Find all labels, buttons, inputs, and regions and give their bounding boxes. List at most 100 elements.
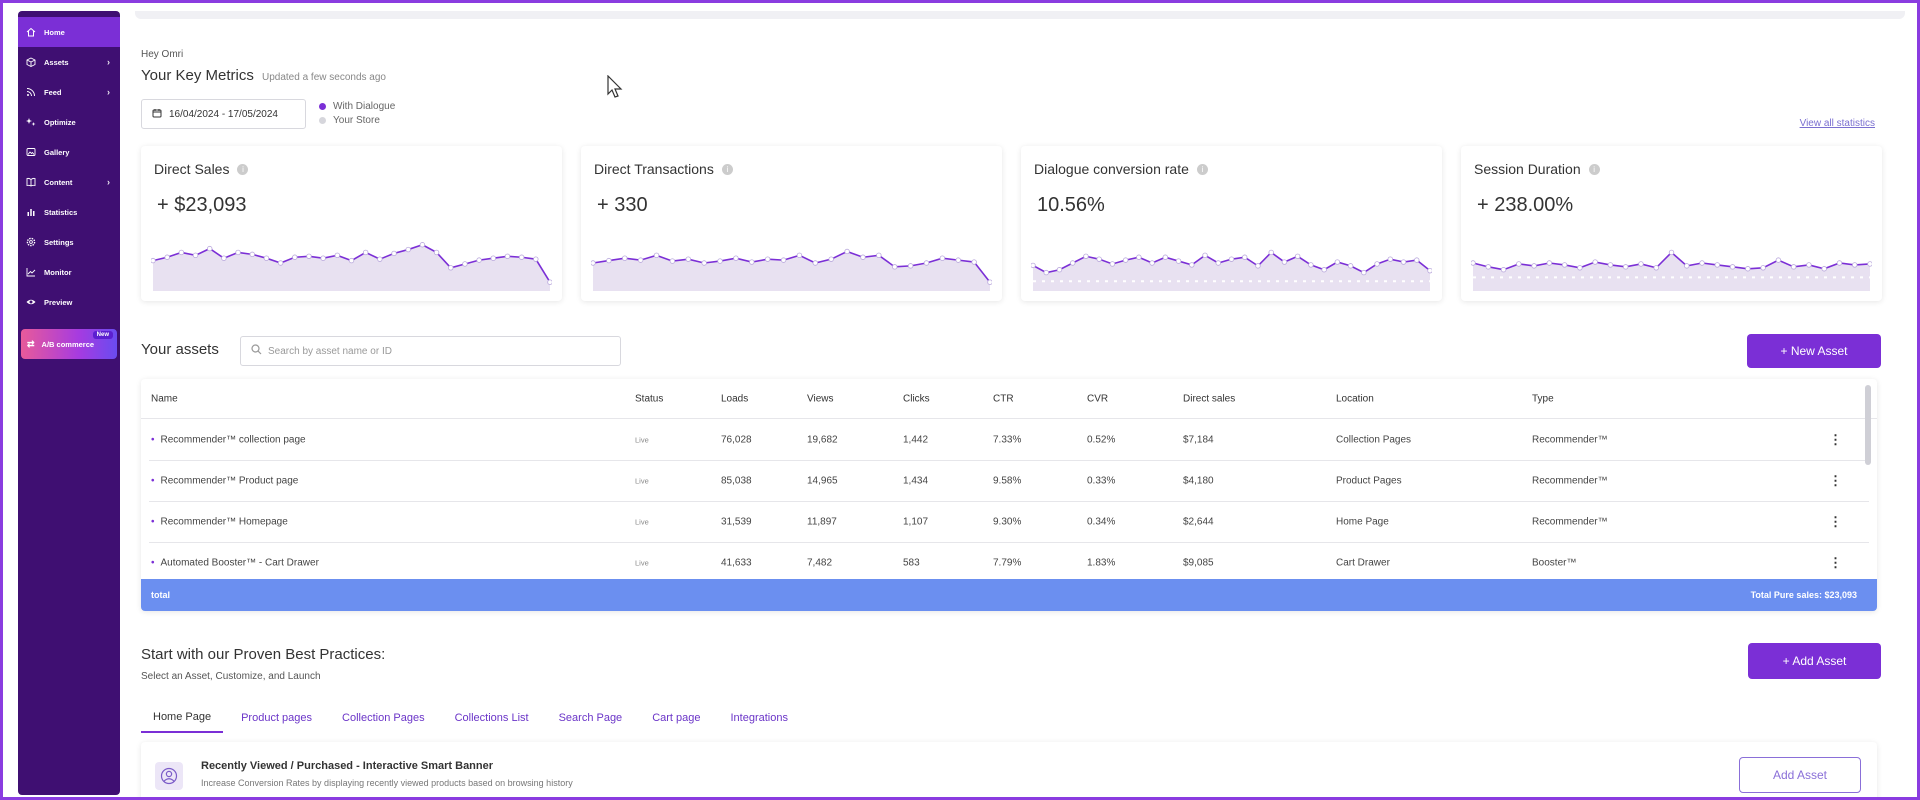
info-icon[interactable]: i — [721, 163, 733, 175]
sidebar-item-settings[interactable]: Settings — [18, 227, 120, 257]
tab-collection-pages[interactable]: Collection Pages — [330, 703, 437, 733]
sparkline-point — [1471, 260, 1476, 266]
sidebar-item-label: Optimize — [44, 117, 76, 127]
search-input[interactable]: Search by asset name or ID — [240, 336, 621, 366]
sidebar-item-home[interactable]: Home — [18, 17, 120, 47]
sparkline-point — [1500, 267, 1507, 273]
table-row[interactable]: • Recommender™ collection page Live 76,028 1… — [149, 420, 1869, 461]
tab-cart-page[interactable]: Cart page — [640, 703, 712, 733]
cell-location: Cart Drawer — [1336, 557, 1390, 569]
cell-location: Collection Pages — [1336, 434, 1412, 446]
cube-icon — [26, 57, 36, 67]
info-icon[interactable]: i — [237, 163, 249, 175]
trend-icon — [26, 267, 36, 277]
sparkline-point — [1546, 260, 1553, 266]
asset-name: Recommender™ Homepage — [160, 516, 288, 528]
sidebar-item-gallery[interactable]: Gallery — [18, 137, 120, 167]
bullet-icon: • — [151, 557, 155, 569]
sparkline-point — [1852, 262, 1858, 268]
table-row[interactable]: • Automated Booster™ - Cart Drawer Live 41,… — [149, 543, 1869, 584]
tab-home-page[interactable]: Home Page — [141, 703, 224, 733]
table-scrollbar[interactable] — [1865, 385, 1871, 465]
sidebar-item-monitor[interactable]: Monitor — [18, 257, 120, 287]
sidebar-item-feed[interactable]: Feed › — [18, 77, 120, 107]
metric-card-direct-transactions[interactable]: Direct Transactions i + 330 — [581, 146, 1002, 301]
metric-card-dialogue-conversion-rate[interactable]: Dialogue conversion rate i 10.56% — [1021, 146, 1442, 301]
legend-item-store[interactable]: Your Store — [319, 113, 395, 127]
metric-title: Session Duration i — [1474, 161, 1600, 177]
sidebar-item-content[interactable]: Content › — [18, 167, 120, 197]
legend-dot-icon — [319, 116, 326, 124]
more-options-icon[interactable]: ⋮ — [1829, 432, 1842, 448]
tab-integrations[interactable]: Integrations — [719, 703, 800, 733]
info-icon[interactable]: i — [1196, 163, 1208, 175]
sparkline-point — [939, 255, 946, 261]
cell-name[interactable]: • Automated Booster™ - Cart Drawer — [151, 558, 319, 569]
tab-collections-list[interactable]: Collections List — [443, 703, 541, 733]
metrics-title: Your Key Metrics — [141, 67, 254, 84]
cell-name[interactable]: • Recommender™ Homepage — [151, 517, 288, 528]
more-options-icon[interactable]: ⋮ — [1829, 555, 1842, 571]
info-icon[interactable]: i — [1588, 163, 1600, 175]
main-content: Hey Omri Your Key Metrics Updated a few … — [135, 3, 1905, 797]
sparkline-point — [844, 248, 850, 255]
chevron-right-icon: › — [107, 57, 110, 67]
sparkline-point — [1592, 259, 1598, 265]
sparkline-point — [1387, 256, 1393, 262]
sparkline-area — [1473, 252, 1870, 291]
search-placeholder: Search by asset name or ID — [268, 345, 392, 357]
book-icon — [26, 177, 36, 187]
cell-sales: $2,644 — [1183, 516, 1214, 528]
tab-search-page[interactable]: Search Page — [547, 703, 635, 733]
date-range-picker[interactable]: 16/04/2024 - 17/05/2024 — [141, 99, 306, 129]
sparkline-point — [1189, 262, 1195, 268]
column-header-type[interactable]: Type — [1532, 393, 1554, 404]
column-header-direct-sales[interactable]: Direct sales — [1183, 393, 1235, 404]
metric-card-session-duration[interactable]: Session Duration i + 238.00% — [1461, 146, 1882, 301]
column-header-name[interactable]: Name — [151, 393, 178, 404]
sparkline-point — [1136, 254, 1142, 260]
view-all-statistics-link[interactable]: View all statistics — [1800, 118, 1875, 129]
column-header-location[interactable]: Location — [1336, 393, 1374, 404]
column-header-ctr[interactable]: CTR — [993, 393, 1014, 404]
metric-value: + 330 — [597, 194, 648, 216]
more-options-icon[interactable]: ⋮ — [1829, 473, 1842, 489]
table-row[interactable]: • Recommender™ Product page Live 85,038 14,9… — [149, 461, 1869, 502]
cell-name[interactable]: • Recommender™ Product page — [151, 476, 298, 487]
column-header-cvr[interactable]: CVR — [1087, 393, 1108, 404]
column-header-loads[interactable]: Loads — [721, 393, 748, 404]
sparkline-point — [1281, 259, 1288, 265]
sparkline-point — [606, 257, 612, 264]
tab-product-pages[interactable]: Product pages — [229, 703, 324, 733]
column-header-views[interactable]: Views — [807, 393, 834, 404]
metric-card-direct-sales[interactable]: Direct Sales i + $23,093 — [141, 146, 562, 301]
sidebar-item-preview[interactable]: Preview — [18, 287, 120, 317]
bar-chart-icon — [26, 207, 36, 217]
add-asset-button[interactable]: + Add Asset — [1748, 643, 1881, 679]
column-header-status[interactable]: Status — [635, 393, 663, 404]
sidebar-item-ab-commerce[interactable]: ⇄ A/B commerce New — [21, 329, 117, 359]
cell-name[interactable]: • Recommender™ collection page — [151, 435, 306, 446]
column-header-clicks[interactable]: Clicks — [903, 393, 930, 404]
sparkline-point — [1577, 265, 1583, 271]
asset-name: Recommender™ collection page — [160, 434, 306, 446]
home-icon — [26, 27, 36, 37]
sparkline-point — [1607, 262, 1614, 268]
table-row[interactable]: • Recommender™ Homepage Live 31,539 11,897 1,… — [149, 502, 1869, 543]
card-add-asset-button[interactable]: Add Asset — [1739, 757, 1861, 793]
legend-item-dialogue[interactable]: With Dialogue — [319, 99, 395, 113]
new-asset-button[interactable]: + New Asset — [1747, 334, 1881, 368]
sparkline-chart — [151, 242, 552, 291]
updated-text: Updated a few seconds ago — [262, 72, 386, 83]
sparkline-point — [1821, 266, 1827, 272]
sidebar-item-assets[interactable]: Assets › — [18, 47, 120, 77]
sidebar-item-statistics[interactable]: Statistics — [18, 197, 120, 227]
sparkline-point — [669, 258, 676, 264]
more-options-icon[interactable]: ⋮ — [1829, 514, 1842, 530]
sidebar-item-optimize[interactable]: Optimize — [18, 107, 120, 137]
sparkline-point — [1361, 269, 1367, 276]
best-practice-tabs: Home Page Product pages Collection Pages Co… — [141, 703, 806, 733]
eye-icon — [26, 297, 36, 307]
sparkline-point — [462, 261, 468, 267]
sparkline-point — [1096, 256, 1102, 262]
